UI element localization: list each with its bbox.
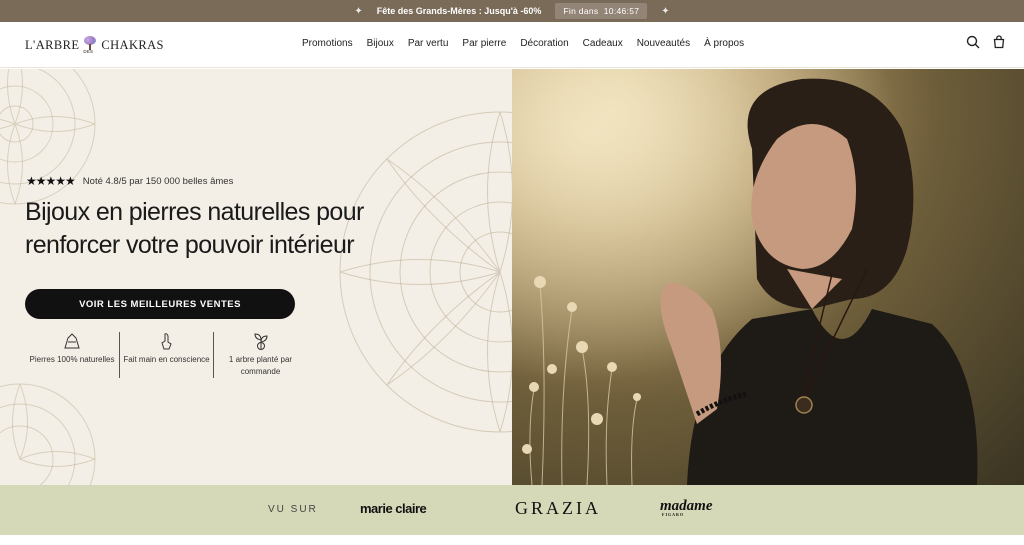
nav-item-bijoux[interactable]: Bijoux — [367, 38, 394, 49]
header-icons — [966, 35, 1006, 49]
nav-item-decoration[interactable]: Décoration — [520, 38, 568, 49]
nav-item-nouveautes[interactable]: Nouveautés — [637, 38, 690, 49]
countdown-timer: Fin dans 10:46:57 — [555, 3, 648, 19]
press-label: VU SUR — [268, 504, 318, 515]
plant-icon — [254, 333, 268, 350]
brand-name-left: L'ARBRE — [25, 37, 80, 52]
nav-item-promotions[interactable]: Promotions — [302, 38, 353, 49]
brand-logo[interactable]: L'ARBRE DES CHAKRAS — [25, 36, 164, 54]
announcement-bar: ✦ Fête des Grands-Mères : Jusqu'à -60% F… — [0, 0, 1024, 22]
stones-icon — [64, 333, 80, 349]
best-sellers-button[interactable]: VOIR LES MEILLEURES VENTES — [25, 289, 295, 319]
nav-item-a-propos[interactable]: À propos — [704, 38, 744, 49]
brand-name-right: CHAKRAS — [101, 37, 164, 52]
page-bottom-strip — [0, 535, 1024, 545]
hero-text-panel — [0, 69, 512, 485]
sparkle-icon: ✦ — [661, 5, 670, 17]
hero-headline: Bijoux en pierres naturelles pour renfor… — [25, 198, 364, 259]
nav-item-par-pierre[interactable]: Par pierre — [462, 38, 506, 49]
hand-heart-icon — [161, 333, 172, 350]
cart-icon[interactable] — [992, 35, 1006, 49]
feature-handmade: Fait main en conscience — [119, 332, 213, 378]
woman-in-field-photo — [512, 69, 1024, 485]
hero-image — [512, 69, 1024, 485]
five-star-icon: ★★★★★ — [26, 174, 76, 188]
search-icon[interactable] — [966, 35, 980, 49]
feature-natural-stones: Pierres 100% naturelles — [25, 332, 119, 378]
mandala-decoration — [0, 383, 96, 485]
tree-icon: DES — [82, 36, 98, 54]
press-band: VU SUR marie claire GRAZIA madame FIGARO — [0, 485, 1024, 535]
grazia-logo: GRAZIA — [515, 498, 601, 518]
madame-figaro-logo: madame FIGARO — [660, 498, 713, 517]
promo-text[interactable]: Fête des Grands-Mères : Jusqu'à -60% — [377, 6, 542, 16]
features-list: Pierres 100% naturelles Fait main en con… — [25, 332, 307, 378]
main-nav: Promotions Bijoux Par vertu Par pierre D… — [302, 38, 744, 49]
rating-text: Noté 4.8/5 par 150 000 belles âmes — [82, 175, 234, 187]
nav-item-par-vertu[interactable]: Par vertu — [408, 38, 449, 49]
rating: ★★★★★ Noté 4.8/5 par 150 000 belles âmes — [26, 174, 233, 188]
sparkle-icon: ✦ — [354, 5, 363, 17]
feature-tree-planted: 1 arbre planté par commande — [213, 332, 307, 378]
mandala-decoration — [0, 69, 96, 205]
nav-item-cadeaux[interactable]: Cadeaux — [583, 38, 623, 49]
mandala-decoration — [339, 111, 512, 433]
marie-claire-logo: marie claire — [360, 501, 427, 516]
site-header: L'ARBRE DES CHAKRAS Promotions Bijoux Pa… — [0, 22, 1024, 68]
